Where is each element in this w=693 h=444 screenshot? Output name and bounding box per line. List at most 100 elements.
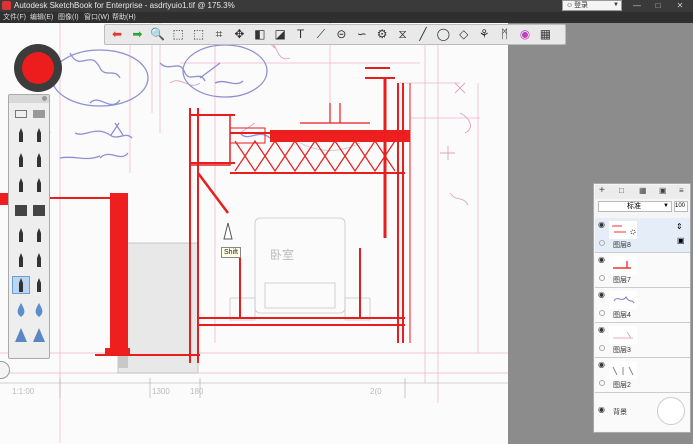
brush-pen-icon[interactable] — [31, 127, 47, 143]
eye-icon[interactable]: ◉ — [598, 290, 605, 299]
zoom-icon[interactable]: 🔍 — [149, 26, 167, 43]
grey-furniture-lines — [117, 142, 371, 374]
layer-editor: + □ ▦ ▣ ≡ 标准 ▼ 100 ◉ 图层8 ⇕ ▣ ◉ 图层7 ◉ 图层4 — [593, 183, 691, 433]
eye-icon[interactable]: ◉ — [598, 360, 605, 369]
eye-icon[interactable]: ◉ — [598, 405, 605, 414]
minimize-button[interactable]: — — [628, 0, 646, 11]
fill-icon[interactable]: ◪ — [271, 26, 289, 43]
eye-icon[interactable]: ◉ — [598, 255, 605, 264]
move-icon[interactable]: ✥ — [230, 26, 248, 43]
line-icon[interactable]: ╱ — [414, 26, 432, 43]
color-wheel-icon[interactable]: ◉ — [516, 26, 534, 43]
brush-puck[interactable] — [14, 44, 62, 92]
current-color-swatch[interactable] — [22, 52, 54, 84]
brush-pen-icon[interactable] — [31, 152, 47, 168]
brush-cone-icon[interactable] — [31, 327, 47, 343]
login-dropdown[interactable]: ☺ 登录 ▼ — [562, 0, 622, 11]
ellipse-icon[interactable]: ◯ — [434, 26, 452, 43]
maximize-button[interactable]: □ — [649, 0, 667, 11]
add-layer-icon[interactable]: + — [599, 185, 605, 196]
eye-icon[interactable]: ◉ — [598, 325, 605, 334]
delete-layer-icon[interactable]: ▣ — [659, 186, 667, 195]
french-curve-icon[interactable]: ∽ — [353, 26, 371, 43]
background-color-swatch[interactable] — [657, 397, 685, 425]
shape-icon[interactable]: ◇ — [455, 26, 473, 43]
brush-pen-icon[interactable] — [13, 177, 29, 193]
predictive-stroke-icon[interactable]: ⚘ — [475, 26, 493, 43]
eye-icon[interactable]: ◉ — [598, 220, 605, 229]
perspective-icon[interactable]: ⚙ — [373, 26, 391, 43]
brush-pen-icon[interactable] — [13, 127, 29, 143]
select-lasso-icon[interactable]: ⬚ — [190, 26, 208, 43]
brush-pen-icon[interactable] — [13, 227, 29, 243]
layer-thumbnail — [609, 291, 637, 309]
brush-cone-icon[interactable] — [13, 327, 29, 343]
red-window-box — [229, 127, 266, 144]
opacity-value: 100 — [675, 203, 686, 209]
close-button[interactable]: ✕ — [671, 0, 689, 11]
brush-pen-icon[interactable] — [13, 152, 29, 168]
layer-row[interactable]: ◉ 图层3 — [595, 323, 690, 358]
layer-row[interactable]: ◉ 图层8 ⇕ ▣ — [595, 218, 690, 253]
layer-thumbnail — [609, 221, 637, 239]
chevron-down-icon: ▼ — [663, 203, 669, 209]
select-rect-icon[interactable]: ⬚ — [169, 26, 187, 43]
crop-icon[interactable]: ⌗ — [210, 26, 228, 43]
menu-edit[interactable]: 编辑(E) — [30, 12, 53, 23]
brush-pen-icon[interactable] — [31, 177, 47, 193]
brush-pen-icon[interactable] — [31, 277, 47, 293]
layer-radio[interactable] — [599, 275, 605, 281]
text-icon[interactable]: T — [292, 26, 310, 43]
brush-library-icon[interactable] — [33, 110, 45, 118]
pen-cursor-icon — [223, 222, 233, 240]
opacity-field[interactable]: 100 — [674, 201, 688, 212]
dimension-text-4: 2(0 — [370, 387, 382, 396]
brush-pen-icon[interactable] — [12, 276, 30, 294]
distort-icon[interactable]: ◧ — [251, 26, 269, 43]
chevron-down-icon: ▼ — [613, 2, 619, 8]
layer-row[interactable]: ◉ 图层7 — [595, 253, 690, 288]
blend-mode-select[interactable]: 标准 ▼ — [598, 201, 672, 212]
brush-block-icon[interactable] — [31, 202, 47, 218]
dimension-text-2: 1300 — [152, 387, 170, 396]
palette-close-icon[interactable] — [42, 96, 47, 101]
menu-file[interactable]: 文件(F) — [3, 12, 26, 23]
sketchbook-app-icon — [2, 1, 11, 10]
layer-row[interactable]: ◉ 图层4 — [595, 288, 690, 323]
layer-radio[interactable] — [599, 345, 605, 351]
menu-image[interactable]: 图像(I) — [58, 12, 79, 23]
brush-settings-icon[interactable] — [15, 110, 27, 118]
layers-icon[interactable]: ▦ — [536, 26, 554, 43]
background-layer-row[interactable]: ◉ 背景 — [595, 393, 690, 431]
layer-name: 图层7 — [613, 277, 631, 284]
brushes-icon[interactable]: ᛗ — [496, 26, 514, 43]
redo-icon[interactable]: ➡ — [128, 26, 146, 43]
layer-menu-icon[interactable]: ≡ — [679, 186, 684, 195]
layer-thumbnail — [609, 361, 637, 379]
brush-pen-icon[interactable] — [31, 252, 47, 268]
shift-tooltip: Shift — [221, 247, 242, 258]
title-bar: Autodesk SketchBook for Enterprise - asd… — [0, 0, 693, 12]
menu-help[interactable]: 帮助(H) — [112, 12, 136, 23]
layer-name: 图层4 — [613, 312, 631, 319]
layer-radio[interactable] — [599, 240, 605, 246]
layer-options-icon[interactable]: ⇕ — [676, 222, 683, 231]
image-layer-icon[interactable]: ▦ — [639, 186, 647, 195]
ruler-icon[interactable]: ⟋ — [312, 26, 330, 43]
brush-block-icon[interactable] — [13, 202, 29, 218]
brush-pen-icon[interactable] — [13, 252, 29, 268]
blend-mode-value: 标准 — [627, 203, 641, 210]
undo-icon[interactable]: ⬅ — [108, 26, 126, 43]
folder-icon[interactable]: □ — [619, 186, 624, 195]
brush-drop-icon[interactable] — [31, 302, 47, 318]
brush-drop-icon[interactable] — [13, 302, 29, 318]
layer-radio[interactable] — [599, 310, 605, 316]
brush-pen-icon[interactable] — [31, 227, 47, 243]
menu-window[interactable]: 窗口(W) — [84, 12, 109, 23]
ellipse-guide-icon[interactable]: ⊝ — [332, 26, 350, 43]
drawing-canvas[interactable]: 卧室 1:1:00 1300 180 2(0 — [0, 23, 508, 444]
symmetry-icon[interactable]: ⧖ — [394, 26, 412, 43]
layer-radio[interactable] — [599, 380, 605, 386]
lock-icon[interactable]: ▣ — [677, 236, 685, 245]
layer-row[interactable]: ◉ 图层2 — [595, 358, 690, 393]
